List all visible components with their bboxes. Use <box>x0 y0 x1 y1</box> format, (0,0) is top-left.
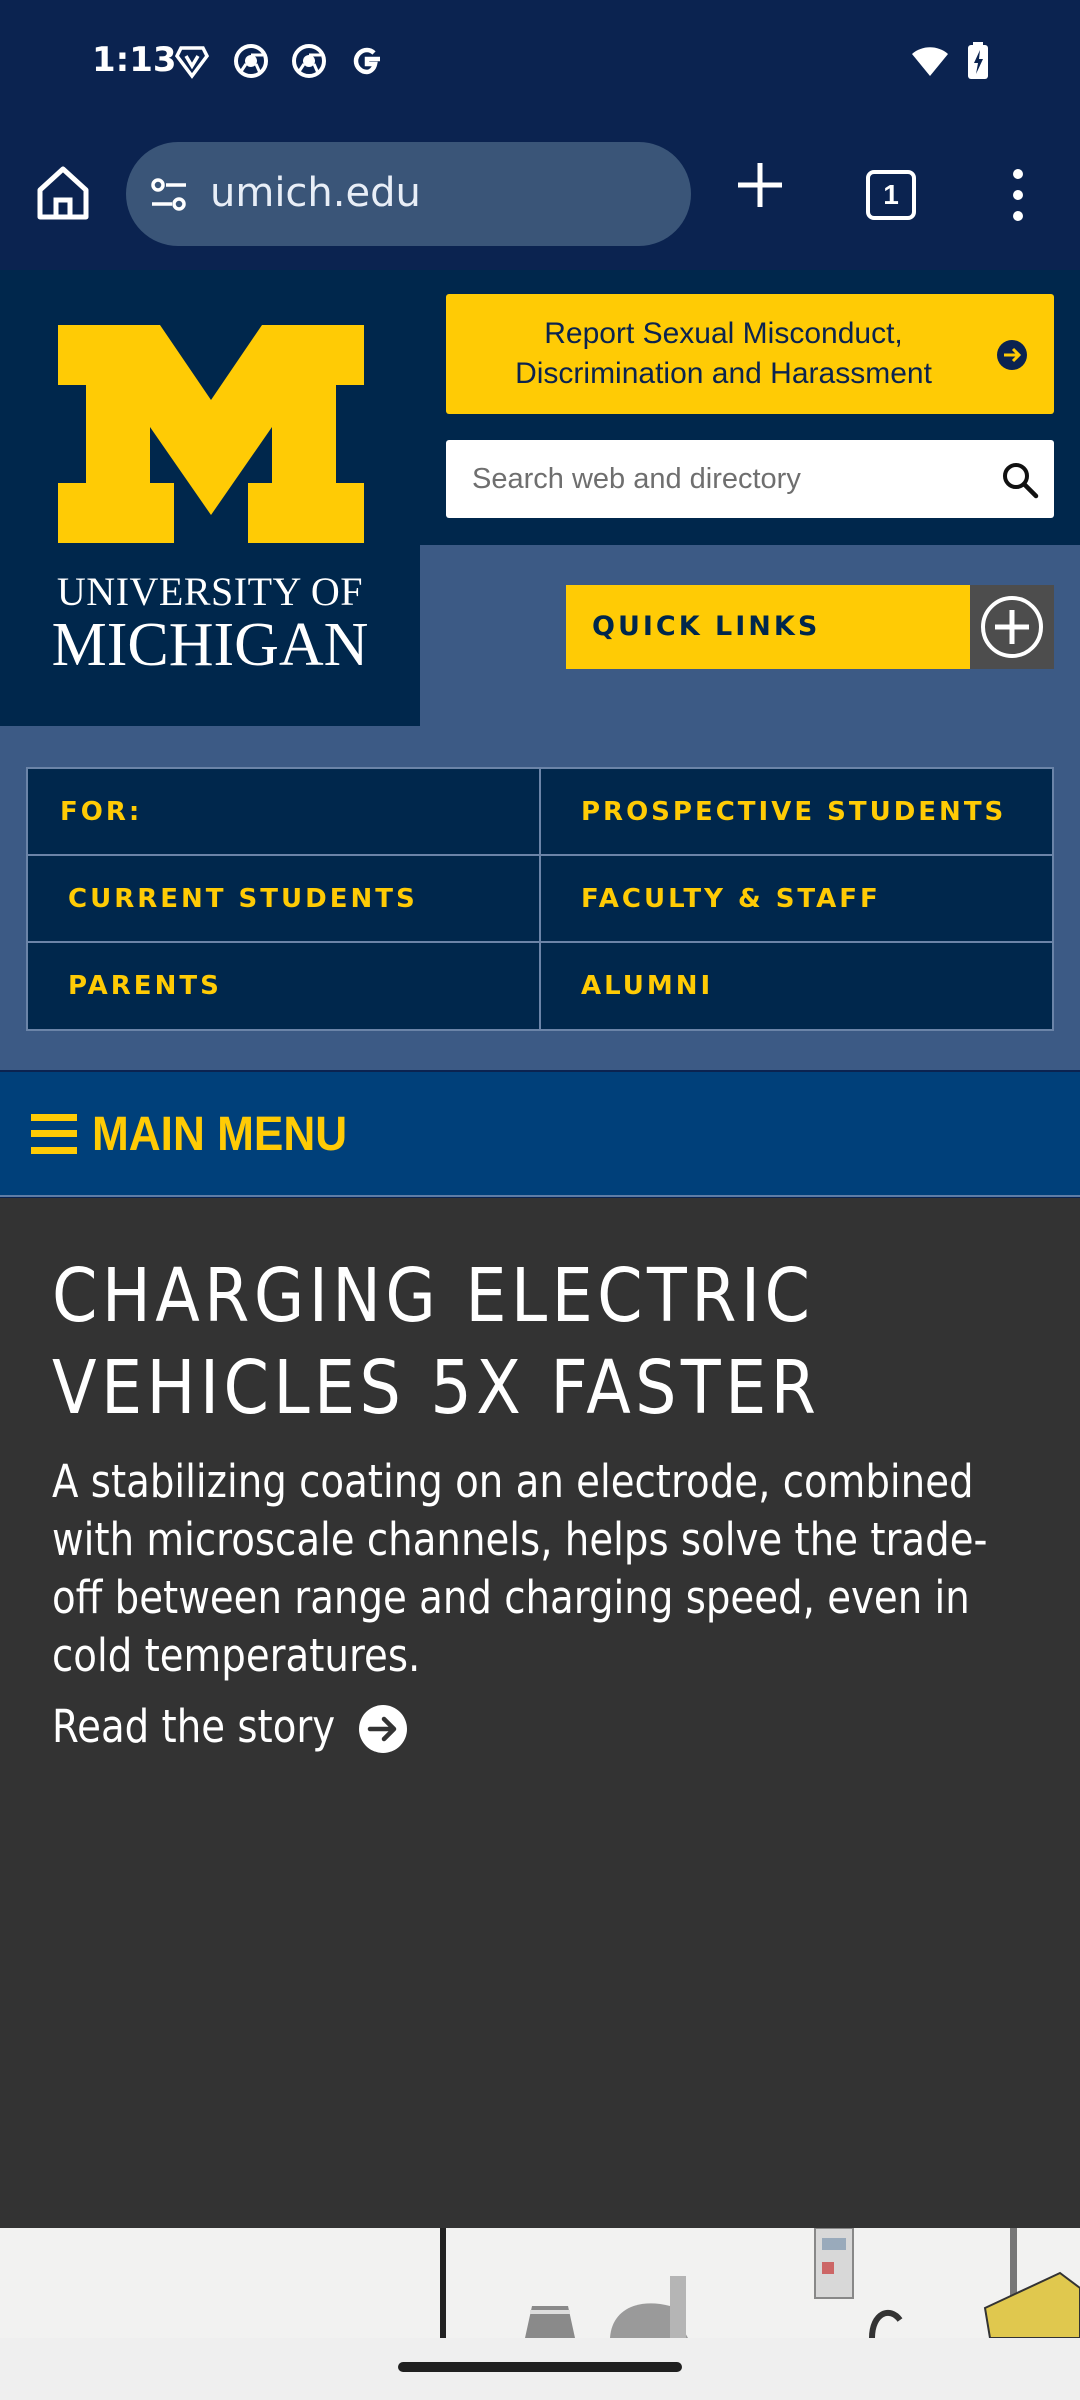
new-tab-icon[interactable] <box>732 157 788 213</box>
audience-link-alumni[interactable]: ALUMNI <box>541 943 1052 1030</box>
arrow-right-circle-icon[interactable] <box>358 1704 408 1754</box>
hamburger-menu-icon <box>31 1114 77 1154</box>
search-icon[interactable] <box>1000 460 1040 500</box>
read-story-link[interactable]: Read the story <box>52 1700 335 1760</box>
hero-description: A stabilizing coating on an electrode, c… <box>52 1455 988 1682</box>
hero-title: CHARGING ELECTRIC VEHICLES 5X FASTER <box>52 1253 821 1431</box>
url-text[interactable]: umich.edu <box>210 170 421 216</box>
battery-charging-icon <box>968 42 988 79</box>
chrome-icon <box>234 44 268 78</box>
header-utility-area: Report Sexual Misconduct, Discrimination… <box>420 270 1080 545</box>
brave-icon <box>174 46 210 79</box>
quick-links-label: QUICK LINKS <box>592 611 821 642</box>
university-logo[interactable]: UNIVERSITY OF MICHIGAN <box>0 270 420 726</box>
home-icon[interactable] <box>30 160 96 226</box>
audience-grid: FOR: PROSPECTIVE STUDENTS CURRENT STUDEN… <box>26 767 1054 1031</box>
audience-link-faculty-staff[interactable]: FACULTY & STAFF <box>541 856 1052 943</box>
ev-charging-station-photo <box>0 2228 1080 2338</box>
more-options-icon[interactable] <box>1003 165 1033 225</box>
site-settings-icon[interactable] <box>148 174 190 216</box>
browser-toolbar: umich.edu 1 <box>0 125 1080 270</box>
arrow-right-circle-icon <box>997 340 1027 370</box>
plus-circle-icon <box>981 596 1043 658</box>
chrome-icon <box>292 44 326 78</box>
audience-link-current-students[interactable]: CURRENT STUDENTS <box>28 856 541 943</box>
audience-link-prospective-students[interactable]: PROSPECTIVE STUDENTS <box>541 769 1052 856</box>
logo-text-line1: UNIVERSITY OF <box>56 569 364 614</box>
system-navigation-bar <box>0 2338 1080 2400</box>
status-time: 1:13 <box>92 40 177 80</box>
home-gesture-handle[interactable] <box>398 2362 682 2372</box>
audience-for-label: FOR: <box>28 769 541 856</box>
wifi-icon <box>912 47 948 76</box>
status-bar: 1:13 <box>0 0 1080 125</box>
report-misconduct-button[interactable]: Report Sexual Misconduct, Discrimination… <box>446 294 1054 414</box>
tab-switcher-button[interactable]: 1 <box>866 170 916 220</box>
main-menu-button[interactable]: MAIN MENU <box>0 1072 1080 1197</box>
audience-link-parents[interactable]: PARENTS <box>28 943 541 1030</box>
report-button-label: Report Sexual Misconduct, Discrimination… <box>515 317 932 390</box>
site-header: UNIVERSITY OF MICHIGAN Report Sexual Mis… <box>0 270 1080 1070</box>
block-m-logo <box>58 325 364 543</box>
quick-links-toggle[interactable] <box>970 585 1054 669</box>
quick-links-button[interactable]: QUICK LINKS <box>566 585 1054 669</box>
search-input[interactable] <box>446 440 976 518</box>
google-icon <box>353 47 380 75</box>
url-bar[interactable]: umich.edu <box>126 142 691 246</box>
main-menu-label: MAIN MENU <box>92 1108 348 1161</box>
logo-text-line2: MICHIGAN <box>51 611 369 679</box>
hero-story: CHARGING ELECTRIC VEHICLES 5X FASTER A s… <box>0 1198 1080 2228</box>
hero-image <box>0 2228 1080 2338</box>
search-box <box>446 440 1054 518</box>
